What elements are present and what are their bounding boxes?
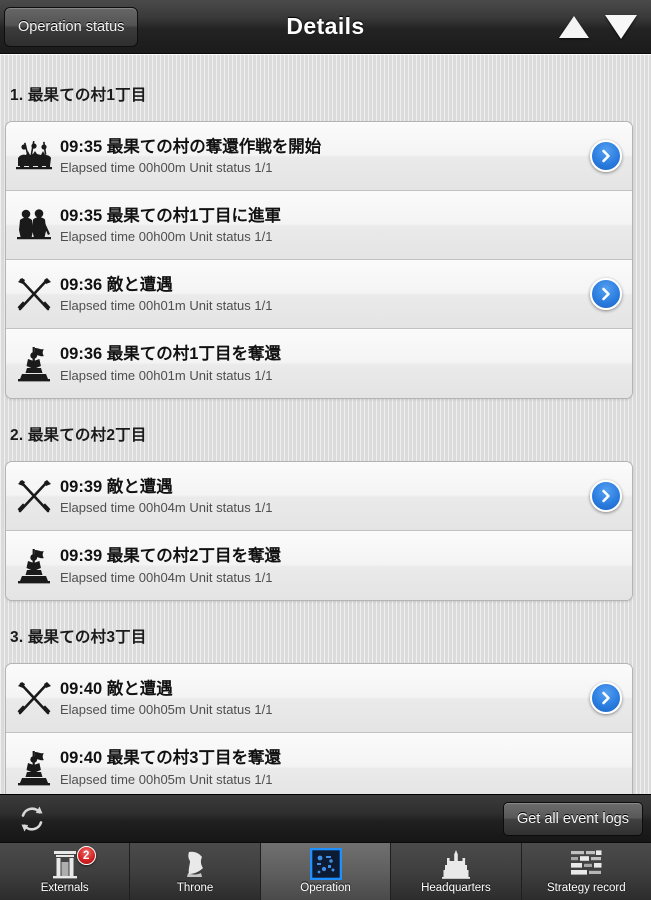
event-group: 09:35 最果ての村の奪還作戦を開始 Elapsed time 00h00m U… <box>5 121 633 399</box>
top-bar: Operation status Details <box>0 0 651 54</box>
section-heading: 1. 最果ての村1丁目 <box>10 87 147 104</box>
tab-label: Headquarters <box>421 882 491 894</box>
event-row-title: 09:40 敵と遭遇 <box>60 679 173 698</box>
infantry-icon <box>12 202 56 248</box>
tab-label: Externals <box>40 882 89 894</box>
section-heading: 2. 最果ての村2丁目 <box>10 427 147 444</box>
scroll-arrow-group <box>559 14 637 39</box>
triangle-up-icon[interactable] <box>559 15 589 38</box>
cavalry-icon <box>12 133 56 179</box>
back-to-operation-status-button[interactable]: Operation status <box>4 6 139 47</box>
event-group: 09:40 敵と遭遇 Elapsed time 00h05m Unit statu… <box>5 663 633 794</box>
event-row-title: 09:39 最果ての村2丁目を奪還 <box>60 547 281 566</box>
event-row-subtitle: Elapsed time 00h04m Unit status 1/1 <box>60 500 273 516</box>
tab-label: Strategy record <box>547 882 626 894</box>
victory-monument-icon <box>12 341 56 387</box>
detail-arrow-icon[interactable] <box>590 278 622 310</box>
event-log-row[interactable]: 09:39 最果ての村2丁目を奪還 Elapsed time 00h04m Uni… <box>6 531 632 600</box>
event-log-row[interactable]: 09:35 最果ての村の奪還作戦を開始 Elapsed time 00h00m U… <box>6 122 632 191</box>
event-log-row[interactable]: 09:39 敵と遭遇 Elapsed time 00h04m Unit statu… <box>6 462 632 531</box>
event-row-subtitle: Elapsed time 00h01m Unit status 1/1 <box>60 298 273 314</box>
event-row-title: 09:40 最果ての村3丁目を奪還 <box>60 749 281 768</box>
event-row-subtitle: Elapsed time 00h05m Unit status 1/1 <box>60 702 273 718</box>
section-heading: 3. 最果ての村3丁目 <box>10 629 147 646</box>
tab-throne[interactable]: Throne <box>130 843 261 900</box>
event-row-title: 09:35 最果ての村1丁目に進軍 <box>60 206 281 225</box>
notification-badge: 2 <box>76 846 96 865</box>
operation-map-icon <box>309 847 343 881</box>
event-row-text: 09:40 敵と遭遇 Elapsed time 00h05m Unit statu… <box>60 679 584 718</box>
crossed-swords-icon <box>12 271 56 317</box>
event-row-text: 09:36 最果ての村1丁目を奪還 Elapsed time 00h01m Uni… <box>60 344 584 383</box>
tab-strategy-record[interactable]: Strategy record <box>521 843 651 900</box>
event-log-scroll-area[interactable]: 1. 最果ての村1丁目 09:35 最果ての村の奪還作戦を開始 Elapsed t… <box>0 54 651 794</box>
tab-label: Throne <box>176 882 214 894</box>
detail-arrow-icon[interactable] <box>590 682 622 714</box>
event-row-title: 09:39 敵と遭遇 <box>60 477 173 496</box>
records-icon <box>569 847 603 881</box>
victory-monument-icon <box>12 745 56 791</box>
detail-arrow-icon[interactable] <box>590 480 622 512</box>
event-row-text: 09:39 敵と遭遇 Elapsed time 00h04m Unit statu… <box>60 477 584 516</box>
castle-icon <box>439 847 473 881</box>
event-log-row[interactable]: 09:36 敵と遭遇 Elapsed time 00h01m Unit statu… <box>6 260 632 329</box>
event-row-subtitle: Elapsed time 00h01m Unit status 1/1 <box>60 367 273 383</box>
event-row-title: 09:36 敵と遭遇 <box>60 275 173 294</box>
bottom-toolbar: Get all event logs <box>0 794 651 842</box>
crossed-swords-icon <box>12 675 56 721</box>
throne-icon <box>178 847 212 881</box>
app-root: Operation status Details 1. 最果ての村1丁目 09:… <box>0 0 651 900</box>
event-row-text: 09:40 最果ての村3丁目を奪還 Elapsed time 00h05m Uni… <box>60 748 584 787</box>
event-row-subtitle: Elapsed time 00h00m Unit status 1/1 <box>60 160 273 176</box>
refresh-icon[interactable] <box>14 801 50 837</box>
triangle-down-icon[interactable] <box>605 14 637 39</box>
detail-arrow-icon[interactable] <box>590 140 622 172</box>
bottom-tab-bar: Externals 2 Throne Operation Headquarter… <box>0 842 651 900</box>
event-row-text: 09:35 最果ての村1丁目に進軍 Elapsed time 00h00m Uni… <box>60 206 584 245</box>
get-all-event-logs-button[interactable]: Get all event logs <box>502 801 643 836</box>
victory-monument-icon <box>12 543 56 589</box>
event-log-row[interactable]: 09:35 最果ての村1丁目に進軍 Elapsed time 00h00m Uni… <box>6 191 632 260</box>
event-row-text: 09:39 最果ての村2丁目を奪還 Elapsed time 00h04m Uni… <box>60 546 584 585</box>
event-row-text: 09:35 最果ての村の奪還作戦を開始 Elapsed time 00h00m U… <box>60 137 584 176</box>
event-row-subtitle: Elapsed time 00h04m Unit status 1/1 <box>60 569 273 585</box>
event-row-subtitle: Elapsed time 00h00m Unit status 1/1 <box>60 229 273 245</box>
event-row-title: 09:35 最果ての村の奪還作戦を開始 <box>60 137 322 156</box>
event-row-title: 09:36 最果ての村1丁目を奪還 <box>60 345 281 364</box>
event-row-text: 09:36 敵と遭遇 Elapsed time 00h01m Unit statu… <box>60 275 584 314</box>
event-log-list: 1. 最果ての村1丁目 09:35 最果ての村の奪還作戦を開始 Elapsed t… <box>0 55 651 794</box>
event-group: 09:39 敵と遭遇 Elapsed time 00h04m Unit statu… <box>5 461 633 601</box>
event-log-row[interactable]: 09:36 最果ての村1丁目を奪還 Elapsed time 00h01m Uni… <box>6 329 632 398</box>
crossed-swords-icon <box>12 473 56 519</box>
tab-label: Operation <box>300 882 351 894</box>
event-log-row[interactable]: 09:40 敵と遭遇 Elapsed time 00h05m Unit statu… <box>6 664 632 733</box>
event-row-subtitle: Elapsed time 00h05m Unit status 1/1 <box>60 771 273 787</box>
tab-headquarters[interactable]: Headquarters <box>391 843 522 900</box>
tab-externals[interactable]: Externals 2 <box>0 843 131 900</box>
tab-operation[interactable]: Operation <box>260 843 392 900</box>
event-log-row[interactable]: 09:40 最果ての村3丁目を奪還 Elapsed time 00h05m Uni… <box>6 733 632 794</box>
